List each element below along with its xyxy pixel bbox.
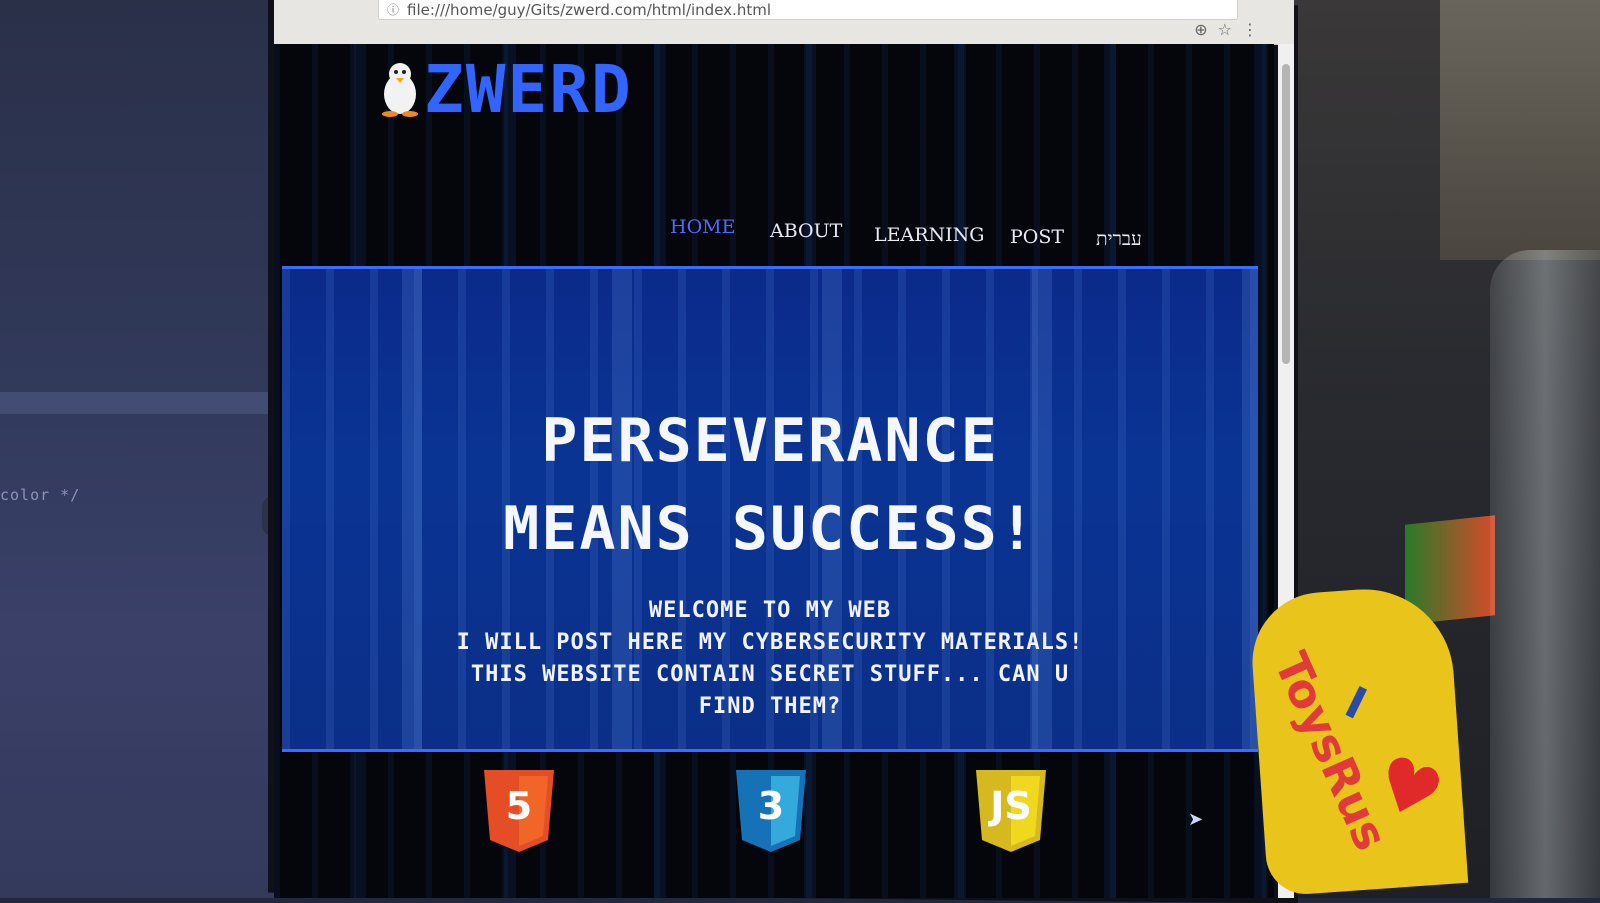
hero-banner: PERSEVERANCE MEANS SUCCESS! WELCOME TO M… xyxy=(282,266,1258,830)
web-page: ZWERD HOME ABOUT LEARNING POST עברית PER… xyxy=(274,44,1274,898)
nav-home[interactable]: HOME xyxy=(670,216,735,238)
nav-learning[interactable]: LEARNING xyxy=(874,224,984,246)
info-icon[interactable]: ⓘ xyxy=(387,0,399,20)
nav-hebrew[interactable]: עברית xyxy=(1096,228,1142,251)
scrollbar-thumb[interactable] xyxy=(1282,64,1290,364)
menu-kebab-icon[interactable]: ⋮ xyxy=(1242,20,1268,39)
nav-about[interactable]: ABOUT xyxy=(770,220,842,242)
logo-text: ZWERD xyxy=(424,51,633,128)
intro-line-3: THIS WEBSITE CONTAIN SECRET STUFF... CAN… xyxy=(470,662,1070,687)
css3-badge-icon: 3 xyxy=(734,768,808,854)
zoom-icon[interactable]: ⊕ xyxy=(1194,20,1217,39)
intro-line-2: I WILL POST HERE MY CYBERSECURITY MATERI… xyxy=(456,630,1084,655)
toy-plush: ToysRus I ♥ xyxy=(1247,583,1469,897)
js-badge-icon: JS xyxy=(974,768,1048,854)
penguin-icon xyxy=(382,63,418,117)
mouse-cursor-icon: ➤ xyxy=(1188,809,1204,830)
editor-code-fragment: color */ xyxy=(0,486,81,504)
shelf xyxy=(1440,0,1600,260)
intro-line-1: WELCOME TO MY WEB xyxy=(648,598,892,623)
browser-toolbar-icons: ⊕☆⋮ xyxy=(1194,20,1268,39)
hero-headline: PERSEVERANCE MEANS SUCCESS! xyxy=(282,397,1258,573)
hero-intro: WELCOME TO MY WEB I WILL POST HERE MY CY… xyxy=(362,595,1178,723)
water-bottle xyxy=(1490,250,1600,898)
toy-love-text: I xyxy=(1337,677,1375,731)
address-bar-url: file:///home/guy/Gits/zwerd.com/html/ind… xyxy=(407,1,771,19)
browser-toolbar: ⓘ file:///home/guy/Gits/zwerd.com/html/i… xyxy=(274,0,1294,45)
headline-line-1: PERSEVERANCE xyxy=(541,406,999,476)
toy-brand-text: ToysRus xyxy=(1263,644,1399,859)
css3-badge-label: 3 xyxy=(757,784,785,828)
main-nav: HOME ABOUT LEARNING POST עברית xyxy=(274,214,1274,254)
code-editor-panel: color */ xyxy=(0,0,285,898)
html5-badge-icon: 5 xyxy=(482,768,556,854)
nav-post[interactable]: POST xyxy=(1010,226,1064,248)
editor-highlight-line xyxy=(0,392,285,414)
intro-line-4: FIND THEM? xyxy=(698,694,842,719)
monitor-screen: ⓘ file:///home/guy/Gits/zwerd.com/html/i… xyxy=(274,0,1294,898)
bookmark-star-icon[interactable]: ☆ xyxy=(1218,20,1242,39)
address-bar[interactable]: ⓘ file:///home/guy/Gits/zwerd.com/html/i… xyxy=(378,0,1238,20)
js-badge-label: JS xyxy=(990,784,1032,828)
headline-line-2: MEANS SUCCESS! xyxy=(503,494,1037,564)
html5-badge-label: 5 xyxy=(505,784,533,828)
